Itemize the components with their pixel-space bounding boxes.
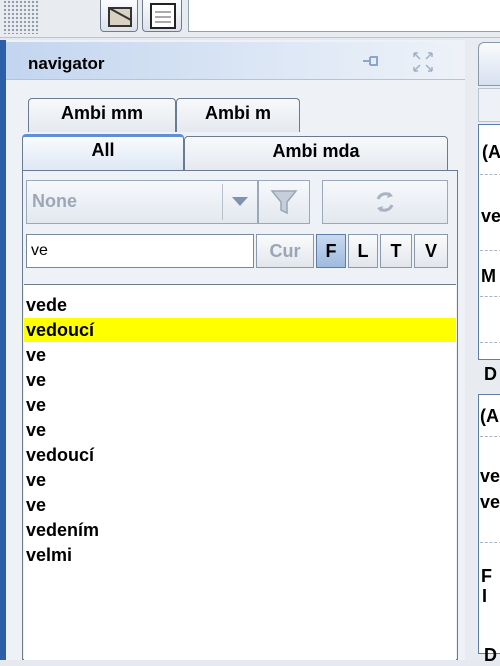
select-divider	[222, 184, 223, 220]
right-table-cell: M	[481, 266, 496, 286]
search-input[interactable]	[26, 234, 254, 268]
tab-ambi-mda[interactable]: Ambi mda	[184, 136, 448, 171]
right-table-cell: I	[482, 586, 488, 606]
row-divider	[480, 250, 500, 251]
row-divider	[480, 296, 500, 297]
list-item[interactable]: vede	[24, 293, 456, 317]
list-item[interactable]: ve	[24, 393, 456, 417]
toolbar-tool-button[interactable]	[100, 0, 138, 32]
refresh-button[interactable]	[322, 180, 448, 224]
filter-select-value: None	[32, 191, 77, 211]
pin-icon[interactable]	[362, 54, 382, 68]
row-divider	[480, 542, 500, 543]
toggle-f-button[interactable]: F	[316, 234, 346, 268]
right-table-cell: ve	[480, 466, 500, 486]
list-item[interactable]: ve	[24, 468, 456, 492]
toggle-t-button[interactable]: T	[380, 234, 412, 268]
right-table-cell: F	[481, 566, 492, 586]
right-panel-subtab[interactable]	[478, 88, 500, 122]
right-table-cell: (A	[480, 406, 499, 426]
list-item[interactable]: ve	[24, 493, 456, 517]
results-list[interactable]: vede vedoucí ve ve ve ve vedoucí ve ve v…	[24, 284, 456, 660]
refresh-icon	[376, 192, 394, 212]
list-item[interactable]: vedoucí	[24, 443, 456, 467]
tool-icon	[108, 7, 132, 27]
row-divider	[480, 342, 500, 343]
toolbar-field[interactable]	[188, 0, 500, 32]
list-item[interactable]: vedením	[24, 518, 456, 542]
list-item-selected[interactable]: vedoucí	[24, 318, 456, 342]
tab-ambi-m[interactable]: Ambi m	[176, 98, 300, 132]
cur-button[interactable]: Cur	[256, 234, 314, 268]
list-item[interactable]: velmi	[24, 543, 456, 567]
document-icon	[150, 3, 176, 29]
right-section-label: D	[484, 364, 497, 384]
dropdown-arrow-icon[interactable]	[232, 197, 248, 206]
filter-button[interactable]	[258, 180, 310, 224]
toggle-v-button[interactable]: V	[414, 234, 448, 268]
panel-title: navigator	[28, 54, 105, 73]
list-item[interactable]: ve	[24, 343, 456, 367]
row-divider	[480, 174, 500, 175]
toolbar-grip-handle[interactable]	[3, 0, 39, 34]
toggle-l-button[interactable]: L	[348, 234, 378, 268]
right-table-cell: (A	[482, 142, 500, 162]
right-bottom-label: D	[484, 645, 497, 665]
right-table-cell: ve	[480, 492, 500, 512]
right-table-2[interactable]	[478, 394, 500, 654]
list-item[interactable]: ve	[24, 418, 456, 442]
right-table-cell: ve	[481, 206, 500, 226]
row-divider	[480, 436, 500, 437]
tab-all[interactable]: All	[22, 134, 184, 171]
toolbar-document-button[interactable]	[142, 0, 182, 32]
filter-icon	[270, 190, 298, 215]
list-item[interactable]: ve	[24, 368, 456, 392]
tab-ambi-mm[interactable]: Ambi mm	[28, 98, 176, 132]
right-panel-tab[interactable]	[478, 42, 500, 86]
maximize-icon[interactable]	[412, 51, 434, 73]
